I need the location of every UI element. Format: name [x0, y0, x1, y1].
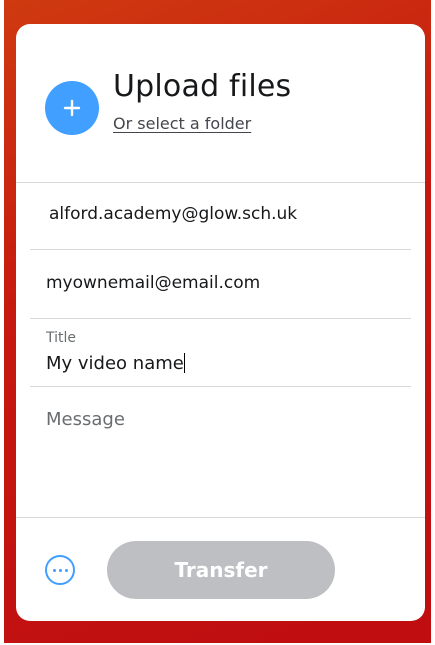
title-label: Title [46, 330, 77, 346]
upload-files-title: Upload files [113, 69, 292, 104]
divider [30, 386, 411, 387]
transfer-button[interactable]: Transfer [107, 541, 335, 599]
select-folder-link[interactable]: Or select a folder [113, 114, 251, 133]
divider [16, 517, 425, 518]
your-email-field[interactable]: myownemail@email.com [46, 273, 260, 293]
plus-icon [63, 99, 81, 117]
ellipsis-icon [52, 568, 56, 572]
text-cursor [183, 353, 185, 373]
title-input[interactable]: My video name [46, 353, 185, 374]
divider [30, 318, 411, 319]
transfer-panel: Upload files Or select a folder alford.a… [16, 24, 425, 621]
upload-area[interactable]: Upload files Or select a folder [16, 24, 425, 182]
divider [16, 182, 425, 183]
recipient-email-field[interactable]: alford.academy@glow.sch.uk [49, 204, 297, 224]
message-input[interactable]: Message [46, 409, 125, 430]
more-options-button[interactable] [45, 555, 75, 585]
divider [30, 249, 411, 250]
title-input-value: My video name [46, 353, 184, 374]
add-files-button[interactable] [45, 81, 99, 135]
